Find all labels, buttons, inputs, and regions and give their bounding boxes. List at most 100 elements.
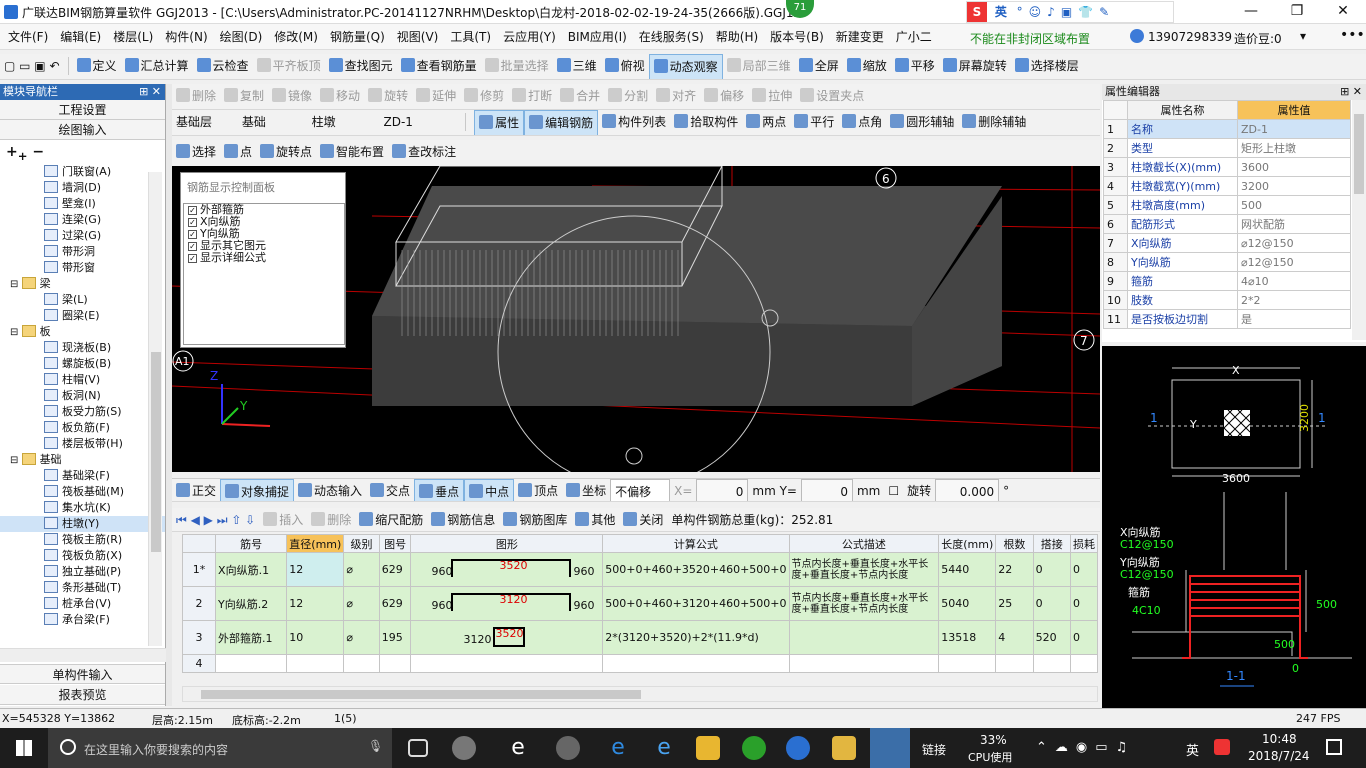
notes-icon[interactable] — [832, 736, 856, 760]
toolbar-button-8[interactable]: 俯视 — [601, 54, 649, 78]
ie-icon[interactable]: e — [506, 736, 530, 760]
edit-button-2[interactable]: 镜像 — [268, 84, 316, 108]
orbit-handle-bottom[interactable] — [625, 447, 643, 465]
tree-item[interactable]: 连梁(G) — [0, 212, 165, 228]
active-app-icon[interactable] — [870, 728, 910, 768]
edit-button-4[interactable]: 旋转 — [364, 84, 412, 108]
cell-len[interactable]: 5040 — [938, 586, 997, 621]
y-input[interactable]: 0 — [800, 479, 853, 501]
draw-button-4[interactable]: 查改标注 — [388, 140, 460, 164]
cell-loss[interactable]: 0 — [1069, 620, 1099, 655]
col-header-5[interactable]: 图形 — [410, 534, 604, 553]
edit-button-8[interactable]: 合并 — [556, 84, 604, 108]
prop-value[interactable]: 3600 — [1237, 157, 1351, 177]
comp-button-2[interactable]: 构件列表 — [598, 110, 670, 134]
comp-button-1[interactable]: 编辑钢筋 — [524, 110, 599, 135]
prop-row[interactable]: 6 配筋形式 网状配筋 — [1103, 214, 1351, 234]
checkbox-icon[interactable]: ✓ — [188, 218, 197, 227]
prop-value[interactable]: ⌀12@150 — [1237, 252, 1351, 272]
snap-button-6[interactable]: 顶点 — [514, 479, 562, 501]
cell-grade[interactable]: ⌀ — [343, 552, 380, 587]
collapse-icon[interactable]: ⊟ — [10, 327, 22, 338]
clock-time[interactable]: 10:48 — [1262, 732, 1297, 746]
tree-item[interactable]: 板受力筋(S) — [0, 404, 165, 420]
sogou-tray-icon[interactable] — [1214, 739, 1230, 755]
language-indicator[interactable]: 英 — [1186, 740, 1199, 759]
taskbar-search[interactable]: 在这里输入你要搜索的内容 🎙 — [48, 728, 392, 768]
tree-item[interactable]: 桩承台(V) — [0, 596, 165, 612]
cell-fig[interactable]: 629 — [378, 552, 412, 587]
x-input[interactable]: 0 — [696, 479, 749, 501]
tree-item[interactable]: 现浇板(B) — [0, 340, 165, 356]
menu-item-11[interactable]: 在线服务(S) — [633, 24, 710, 50]
collapse-icon[interactable]: ⊟ — [10, 455, 22, 466]
toolbar-button-5[interactable]: 查看钢筋量 — [397, 54, 481, 78]
cell-loss[interactable]: 0 — [1069, 586, 1099, 621]
toolbar-button-0[interactable]: 定义 — [73, 54, 121, 78]
toolbar-button-10[interactable]: 局部三维 — [723, 54, 795, 78]
tree-item[interactable]: 螺旋板(B) — [0, 356, 165, 372]
tree-item[interactable]: ⊟ 梁 — [0, 276, 165, 292]
ie-blue-icon[interactable]: e — [652, 736, 676, 760]
comp-button-4[interactable]: 两点 — [742, 110, 790, 134]
comp-select[interactable]: 柱墩 — [308, 110, 376, 134]
tree-hscroll[interactable] — [0, 648, 166, 662]
link-label[interactable]: 链接 — [922, 741, 946, 758]
snap-button-2[interactable]: 动态输入 — [294, 479, 366, 501]
col-header-6[interactable]: 计算公式 — [602, 534, 790, 553]
cell-count[interactable] — [995, 654, 1034, 673]
menu-item-4[interactable]: 绘图(D) — [214, 24, 269, 50]
menu-item-7[interactable]: 视图(V) — [391, 24, 445, 50]
prop-row[interactable]: 9 箍筋 4⌀10 — [1103, 271, 1351, 291]
chevron-down-icon[interactable]: ▾ — [1300, 29, 1306, 43]
prop-row[interactable]: 2 类型 矩形上柱墩 — [1103, 138, 1351, 158]
tree-item[interactable]: 筏板基础(M) — [0, 484, 165, 500]
menu-item-5[interactable]: 修改(M) — [268, 24, 324, 50]
col-header-4[interactable]: 图号 — [378, 534, 412, 553]
prop-row[interactable]: 8 Y向纵筋 ⌀12@150 — [1103, 252, 1351, 272]
cell-name[interactable]: 外部箍筋.1 — [215, 620, 288, 655]
tree-item[interactable]: 墙洞(D) — [0, 180, 165, 196]
tree-item[interactable]: 柱墩(Y) — [0, 516, 165, 532]
checkbox-icon[interactable]: ✓ — [188, 242, 197, 251]
comp-button-5[interactable]: 平行 — [790, 110, 838, 134]
tree-item[interactable]: 梁(L) — [0, 292, 165, 308]
cell-dia[interactable] — [286, 654, 345, 673]
tree-item[interactable]: ⊟ 基础 — [0, 452, 165, 468]
edit-button-5[interactable]: 延伸 — [412, 84, 460, 108]
comp-button-0[interactable]: 属性 — [474, 110, 525, 135]
rebar-tool-6[interactable]: 关闭 — [619, 508, 667, 531]
cell-fig[interactable] — [378, 654, 412, 673]
comp-button-3[interactable]: 拾取构件 — [670, 110, 742, 134]
col-header-11[interactable]: 损耗 — [1069, 534, 1099, 553]
glodon-icon[interactable] — [786, 736, 810, 760]
snap-button-0[interactable]: 正交 — [172, 479, 220, 501]
prop-row[interactable]: 3 柱墩截长(X)(mm) 3600 — [1103, 157, 1351, 177]
table-row[interactable]: 4 — [181, 654, 1099, 673]
cell-dia[interactable]: 10 — [286, 620, 345, 655]
prop-row[interactable]: 1 名称 ZD-1 — [1103, 119, 1351, 139]
menu-item-3[interactable]: 构件(N) — [159, 24, 213, 50]
draw-button-3[interactable]: 智能布置 — [316, 140, 388, 164]
comp-button-8[interactable]: 删除辅轴 — [958, 110, 1030, 134]
table-row[interactable]: 3 外部箍筋.1 10 ⌀ 195 3120 3520 2*(3120+3520)+2*(11… — [181, 620, 1099, 655]
cell-grade[interactable]: ⌀ — [343, 620, 380, 655]
toolbar-button-9[interactable]: 动态观察 — [648, 54, 723, 79]
cell-no[interactable]: 2 — [181, 586, 217, 621]
cell-desc[interactable] — [788, 654, 940, 673]
tree-item[interactable]: 条形基础(T) — [0, 580, 165, 596]
cell-formula[interactable]: 500+0+460+3120+460+500+0 — [602, 586, 790, 621]
tree-item[interactable]: 板负筋(F) — [0, 420, 165, 436]
col-header-0[interactable] — [181, 534, 217, 553]
cell-loss[interactable]: 0 — [1069, 552, 1099, 587]
prop-value[interactable]: 网状配筋 — [1237, 214, 1351, 234]
tree-item[interactable]: 柱帽(V) — [0, 372, 165, 388]
cell-len[interactable]: 13518 — [938, 620, 997, 655]
toolbar-button-3[interactable]: 平齐板顶 — [253, 54, 325, 78]
menu-item-8[interactable]: 工具(T) — [444, 24, 497, 50]
notification-icon[interactable] — [1326, 739, 1342, 755]
toolbar-button-13[interactable]: 平移 — [891, 54, 939, 78]
menu-item-0[interactable]: 文件(F) — [2, 24, 54, 50]
cell-desc[interactable]: 节点内长度+垂直长度+水平长度+垂直长度+节点内长度 — [788, 552, 940, 587]
rebar-tool-3[interactable]: 钢筋信息 — [427, 508, 499, 531]
